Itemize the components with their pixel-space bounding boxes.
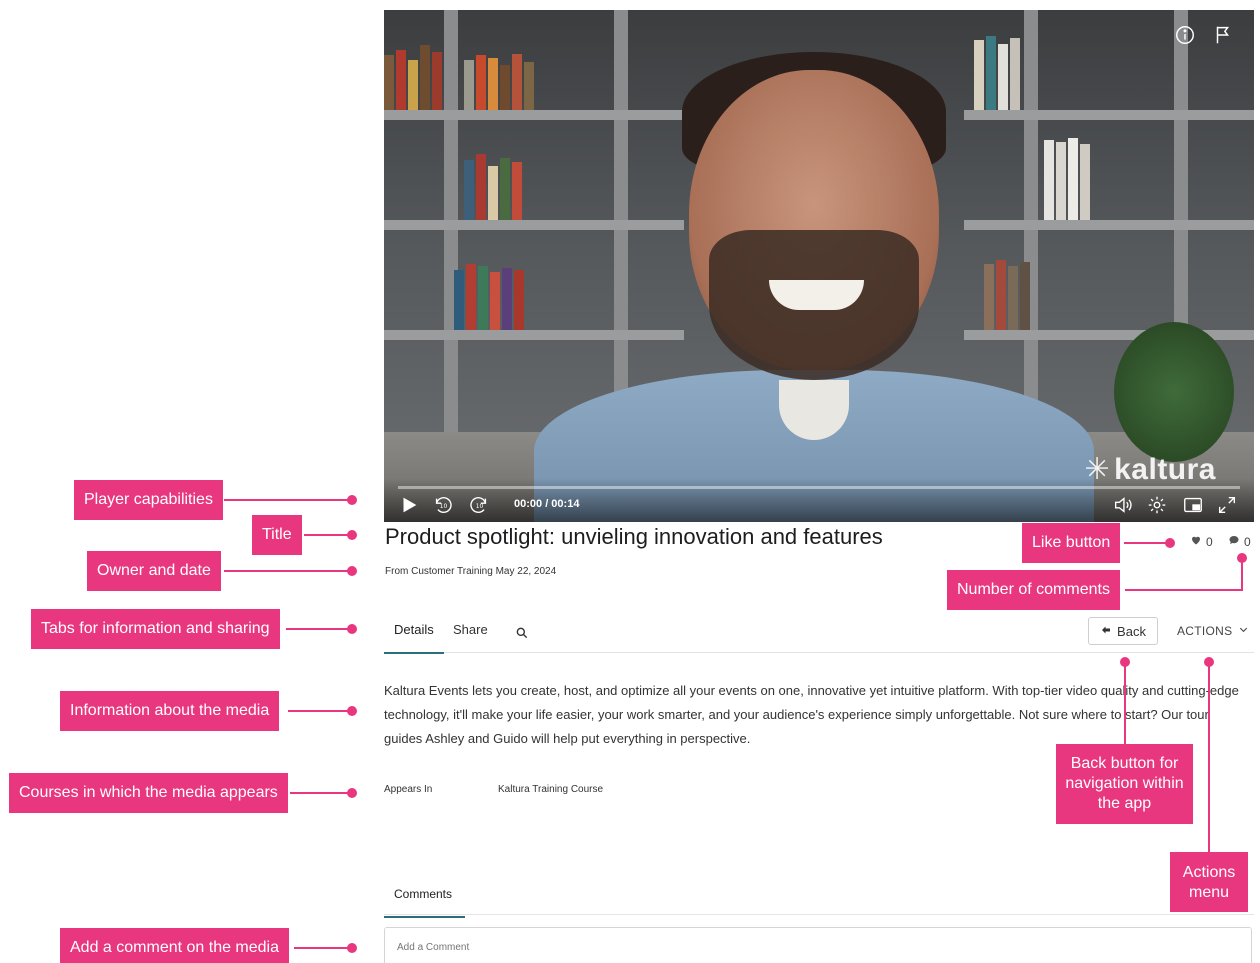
- arrow-left-icon: [1100, 624, 1112, 639]
- callout-line: [286, 628, 350, 630]
- owner-and-date: From Customer Training May 22, 2024: [385, 566, 557, 577]
- like-button[interactable]: 0: [1190, 534, 1213, 549]
- callout-courses: Courses in which the media appears: [9, 773, 288, 813]
- media-title: Product spotlight: unvieling innovation …: [385, 524, 883, 549]
- callout-dot: [347, 943, 357, 953]
- video-frame: [384, 10, 1254, 522]
- callout-line: [224, 570, 350, 572]
- comment-count-indicator[interactable]: 0: [1228, 534, 1251, 549]
- media-page: ✳ kaltura 10 10 00:00 / 00:14 Product sp…: [0, 0, 1260, 963]
- actions-menu-label: ACTIONS: [1177, 624, 1233, 638]
- callout-dot: [347, 530, 357, 540]
- callout-number-of-comments: Number of comments: [947, 570, 1120, 610]
- callout-actions-menu: Actions menu: [1170, 852, 1248, 912]
- heart-icon: [1190, 534, 1202, 549]
- callout-player-capabilities: Player capabilities: [74, 480, 223, 520]
- time-display: 00:00 / 00:14: [514, 498, 580, 510]
- media-description: Kaltura Events lets you create, host, an…: [384, 683, 1239, 746]
- appears-in-course[interactable]: Kaltura Training Course: [498, 784, 603, 795]
- callout-line: [304, 534, 350, 536]
- back-button[interactable]: Back: [1088, 617, 1158, 645]
- callout-title: Title: [252, 515, 302, 555]
- tab-share[interactable]: Share: [443, 622, 498, 652]
- callout-dot: [347, 788, 357, 798]
- search-icon[interactable]: [515, 626, 529, 640]
- player-controls: 10 10 00:00 / 00:14: [384, 478, 1254, 522]
- callout-line: [294, 947, 350, 949]
- flag-icon[interactable]: [1212, 24, 1234, 46]
- callout-line: [224, 499, 350, 501]
- scrub-bar[interactable]: [398, 486, 1240, 489]
- back-button-label: Back: [1117, 623, 1146, 639]
- pip-icon[interactable]: [1182, 494, 1204, 516]
- tab-details[interactable]: Details: [384, 622, 444, 654]
- comment-bubble-icon: [1228, 534, 1240, 549]
- callout-like-button: Like button: [1022, 523, 1121, 563]
- media-tabs: Details Share Back ACTIONS: [384, 616, 1254, 654]
- callout-back-button: Back button for navigation within the ap…: [1056, 744, 1193, 824]
- callout-line: [1125, 589, 1243, 591]
- callout-line: [1124, 542, 1168, 544]
- actions-menu[interactable]: ACTIONS: [1177, 624, 1249, 638]
- info-icon[interactable]: [1174, 24, 1196, 46]
- comment-count: 0: [1244, 534, 1251, 549]
- chevron-down-icon: [1238, 624, 1249, 638]
- callout-add-comment: Add a comment on the media: [60, 928, 290, 963]
- like-count: 0: [1206, 534, 1213, 549]
- callout-dot: [347, 706, 357, 716]
- add-comment-input[interactable]: [384, 927, 1252, 963]
- callout-dot: [347, 566, 357, 576]
- svg-text:10: 10: [440, 503, 448, 510]
- callout-dot: [1237, 553, 1247, 563]
- appears-in-label: Appears In: [384, 784, 433, 795]
- callout-line: [1208, 662, 1210, 852]
- rewind-10-icon[interactable]: 10: [432, 494, 454, 516]
- callout-dot: [347, 624, 357, 634]
- callout-line: [1124, 662, 1126, 744]
- settings-icon[interactable]: [1146, 494, 1168, 516]
- callout-line: [288, 710, 350, 712]
- forward-10-icon[interactable]: 10: [468, 494, 490, 516]
- fullscreen-icon[interactable]: [1216, 494, 1238, 516]
- volume-icon[interactable]: [1112, 494, 1134, 516]
- callout-tabs: Tabs for information and sharing: [31, 609, 280, 649]
- callout-line: [290, 792, 350, 794]
- play-icon[interactable]: [398, 494, 420, 516]
- comments-section: Comments: [384, 876, 1254, 918]
- tab-comments[interactable]: Comments: [384, 886, 465, 918]
- callout-media-info: Information about the media: [60, 691, 280, 731]
- video-player[interactable]: ✳ kaltura 10 10 00:00 / 00:14: [384, 10, 1254, 522]
- callout-owner-date: Owner and date: [87, 551, 221, 591]
- svg-text:10: 10: [476, 503, 484, 510]
- callout-dot: [1165, 538, 1175, 548]
- callout-dot: [347, 495, 357, 505]
